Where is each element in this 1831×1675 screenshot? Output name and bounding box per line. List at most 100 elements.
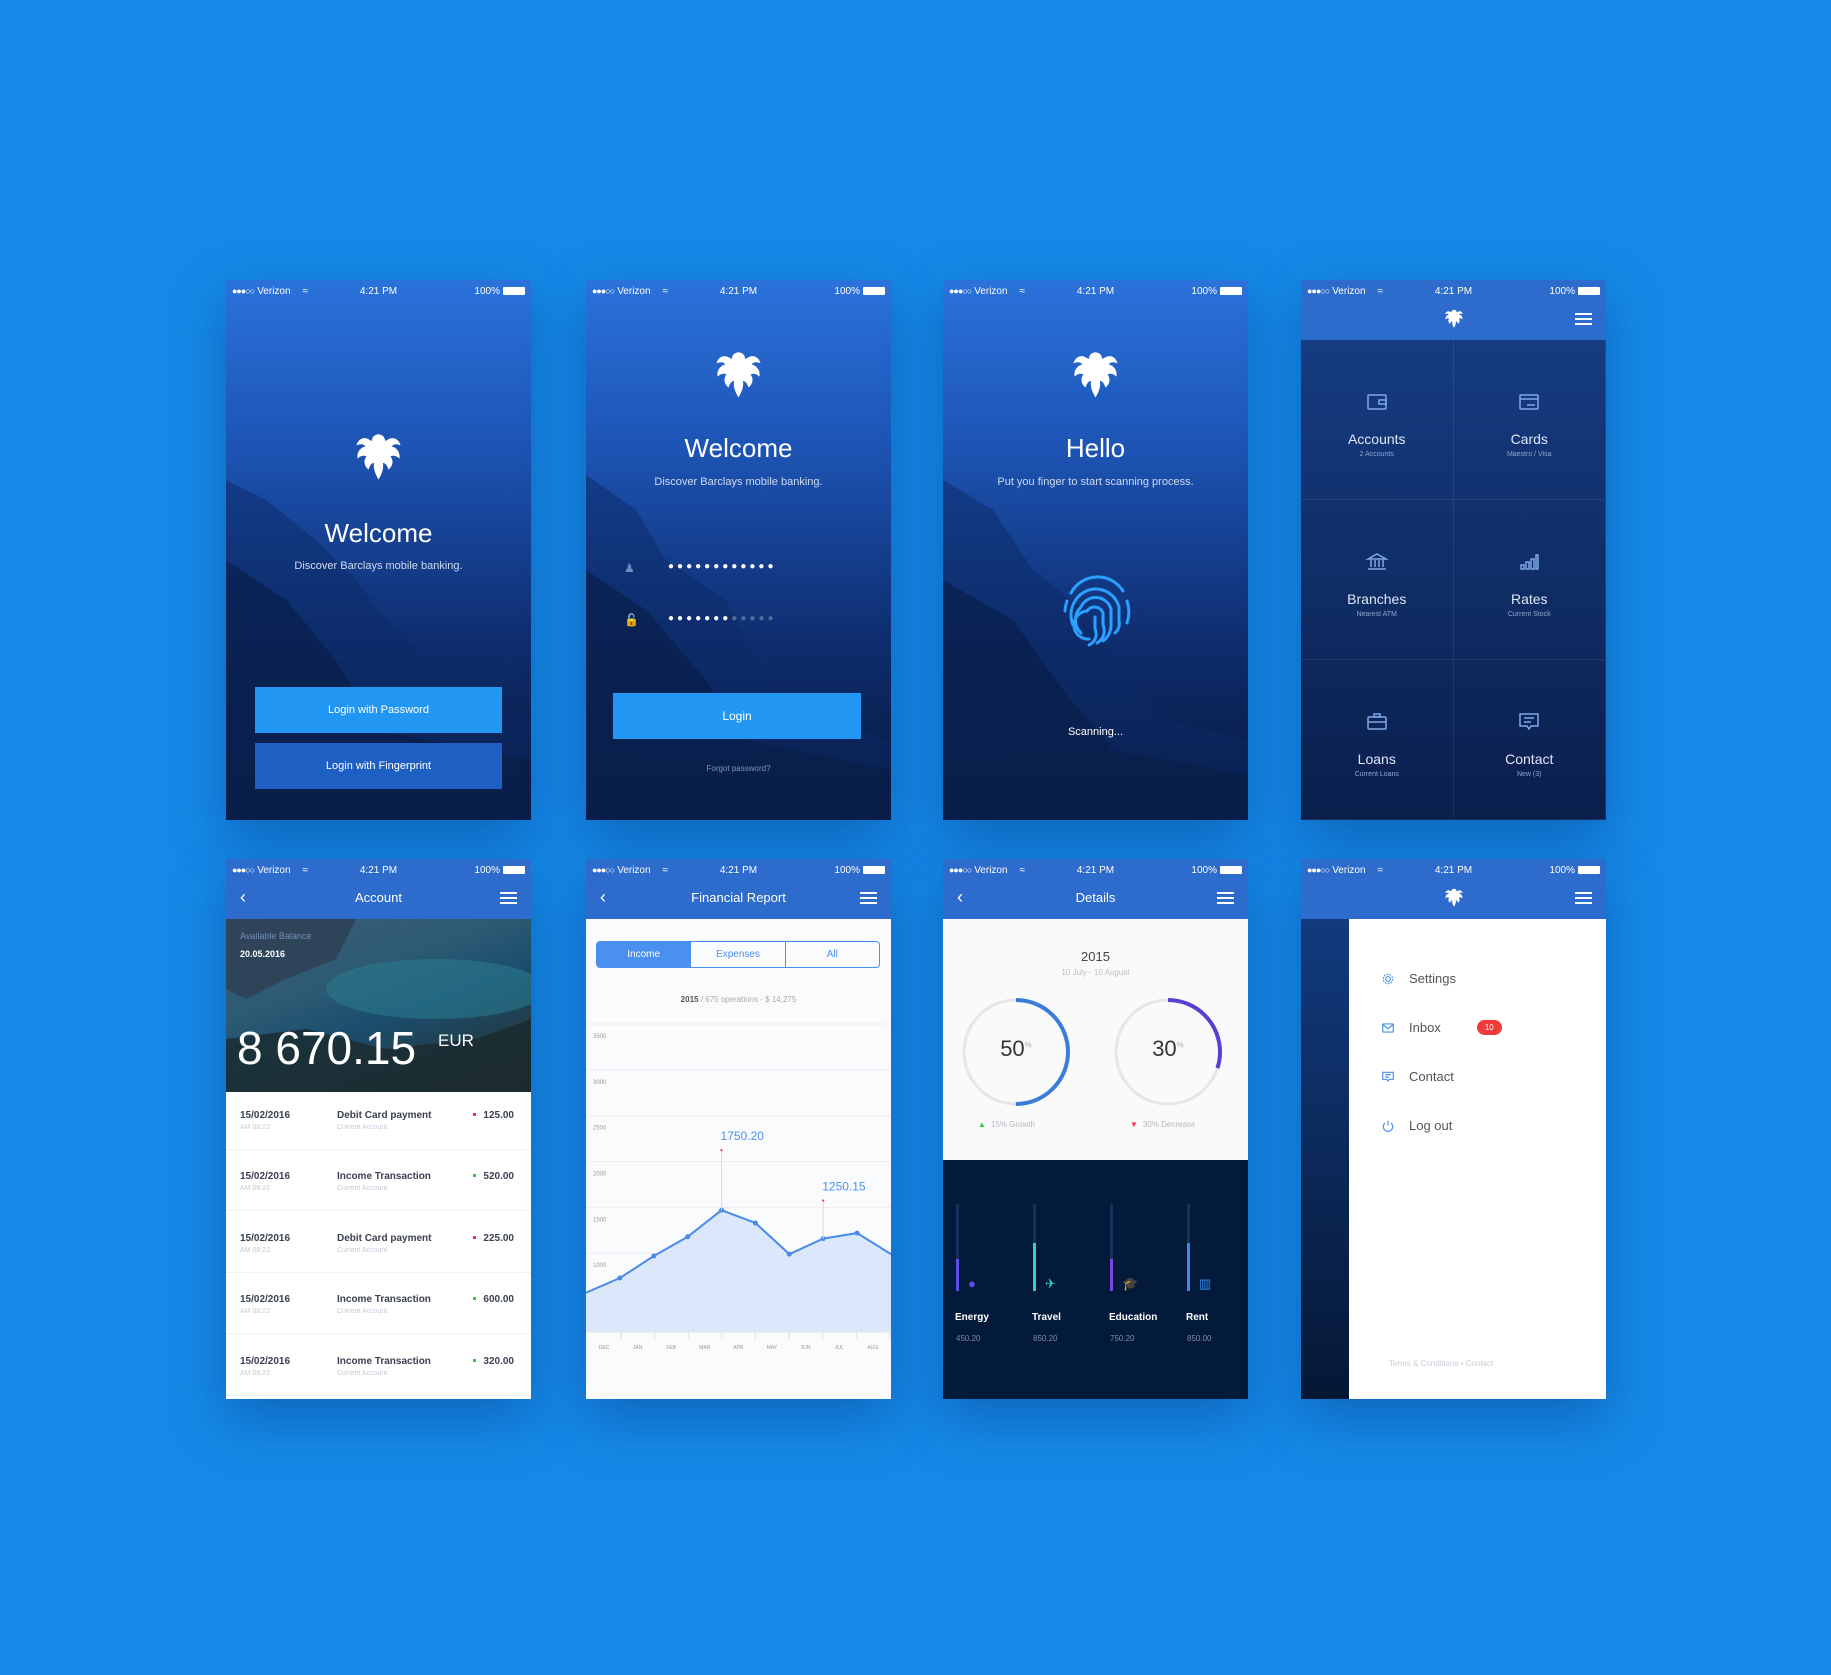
category-name: Rent <box>1186 1312 1209 1323</box>
welcome-subtitle: Discover Barclays mobile banking. <box>294 560 463 572</box>
wifi-icon: ≈ <box>1377 285 1384 297</box>
annotation-marker <box>822 1199 825 1202</box>
password-field[interactable]: ●●●●●●●●●●●● <box>668 613 776 624</box>
menu-item-label: Contact <box>1409 1069 1454 1084</box>
login-with-fingerprint-button[interactable]: Login with Fingerprint <box>255 743 502 789</box>
transaction-name: Income Transaction <box>337 1294 431 1306</box>
dashboard-item-subtitle: Maestro / Visa <box>1506 451 1552 458</box>
transaction-row[interactable]: 15/02/2016 AM 08:22 Debit Card payment Curr… <box>226 1214 531 1273</box>
gear-icon <box>1382 973 1394 984</box>
dashboard-item-subtitle: 2 Accounts <box>1359 451 1394 458</box>
hamburger-menu-icon[interactable] <box>1575 313 1592 328</box>
login-button[interactable]: Login <box>613 693 861 739</box>
dashboard-item-title: Cards <box>1510 431 1548 447</box>
summary-panel: 2015 10 July - 10 August 50% ▲ 15% Growth 3… <box>943 919 1248 1160</box>
gauge-note: ▼ 30% Decrease <box>1130 1120 1195 1129</box>
forgot-password-link[interactable]: Forgot password? <box>586 764 891 773</box>
login-title: Welcome <box>684 433 793 463</box>
status-bar: ●●●○○ Verizon ≈4:21 PM 100% <box>586 280 891 302</box>
dashboard-item-contact[interactable]: Contact New (3) <box>1453 660 1606 820</box>
tab-all[interactable]: All <box>786 942 879 967</box>
transaction-time: AM 08:22 <box>240 1124 270 1131</box>
login-with-password-button[interactable]: Login with Password <box>255 687 502 733</box>
hamburger-menu-icon[interactable] <box>500 892 517 907</box>
details-range: 10 July - 10 August <box>1061 968 1130 977</box>
tab-income[interactable]: Income <box>597 942 692 967</box>
tab-expenses[interactable]: Expenses <box>691 942 786 967</box>
status-bar: ●●●○○ Verizon ≈4:21 PM 100% <box>226 280 531 302</box>
financial-report-screen: ●●●○○ Verizon ≈4:21 PM 100% ‹ Financial Repor… <box>586 859 891 1399</box>
y-tick-label: 3000 <box>593 1080 607 1086</box>
wifi-icon: ≈ <box>1019 285 1026 297</box>
balance-amount: 8 670.15 <box>237 1022 417 1074</box>
menu-item-settings[interactable]: Settings <box>1381 971 1456 986</box>
hamburger-menu-icon[interactable] <box>1217 892 1234 907</box>
dimmed-content[interactable] <box>1301 919 1349 1399</box>
transaction-row[interactable]: 15/02/2016 AM 08:22 Debit Card payment Curr… <box>226 1092 531 1150</box>
mountain-background <box>226 480 531 820</box>
page-title: Details <box>1075 890 1116 905</box>
category-travel[interactable]: ✈ Travel 850.20 <box>1032 1204 1103 1354</box>
fingerprint-icon[interactable] <box>1051 563 1141 653</box>
carrier: Verizon <box>257 864 291 876</box>
barclays-eagle-logo <box>1445 888 1463 907</box>
x-tick-label: AUG <box>867 1345 878 1351</box>
signal-icon: ●●●○○ <box>1307 865 1330 875</box>
header: ●●●○○ Verizon ≈4:21 PM 100% ‹ Details <box>943 859 1248 919</box>
user-icon: ♟ <box>624 561 635 575</box>
contact-link[interactable]: Contact <box>1466 1359 1494 1368</box>
transaction-account: Current Account <box>337 1308 388 1316</box>
category-value: 450.20 <box>956 1334 981 1343</box>
transaction-date: 15/02/2016 <box>240 1232 291 1244</box>
menu-item-contact[interactable]: Contact <box>1381 1069 1454 1084</box>
password-placeholder: ●●●●● <box>731 613 777 624</box>
wifi-icon: ≈ <box>1019 864 1026 876</box>
status-bar: ●●●○○ Verizon ≈4:21 PM 100% <box>943 859 1248 881</box>
page-title: Account <box>355 890 402 905</box>
category-rent[interactable]: ▥ Rent 850.00 <box>1186 1204 1248 1354</box>
category-bar-fill <box>1110 1258 1113 1291</box>
transaction-date: 15/02/2016 <box>240 1294 291 1306</box>
balance-currency: EUR <box>438 1031 474 1050</box>
signal-icon: ●●●○○ <box>232 286 255 296</box>
category-energy[interactable]: ● Energy 450.20 <box>955 1204 1026 1354</box>
dashboard-grid: Accounts 2 Accounts Cards Maestro / Visa Bra… <box>1301 340 1606 820</box>
hamburger-menu-icon[interactable] <box>1575 892 1592 907</box>
transaction-account: Current Account <box>337 1124 388 1131</box>
data-point <box>786 1251 792 1257</box>
dashboard-item-accounts[interactable]: Accounts 2 Accounts <box>1301 340 1454 500</box>
dashboard-item-cards[interactable]: Cards Maestro / Visa <box>1453 340 1606 500</box>
dashboard-item-title: Accounts <box>1347 431 1406 447</box>
income-chart: 3500300025002000150010005001750.201250.1… <box>586 1023 891 1351</box>
mail-icon <box>1382 1022 1394 1033</box>
airplane-icon: ✈ <box>1045 1276 1056 1291</box>
dashboard-item-loans[interactable]: Loans Current Loans <box>1301 660 1454 820</box>
transaction-row[interactable]: 15/02/2016 AM 08:22 Income Transaction Curr… <box>226 1153 531 1212</box>
x-tick-label: JAN <box>633 1345 643 1351</box>
inbox-badge: 10 <box>1476 1020 1502 1035</box>
battery-icon <box>1578 287 1600 295</box>
dashboard-item-branches[interactable]: Branches Nearest ATM <box>1301 500 1454 660</box>
menu-item-inbox[interactable]: Inbox 10 <box>1381 1020 1502 1035</box>
data-point <box>651 1253 657 1259</box>
terms-link[interactable]: Terms & Conditions <box>1389 1359 1458 1368</box>
category-name: Travel <box>1032 1312 1061 1323</box>
y-tick-label: 1000 <box>593 1263 607 1269</box>
signal-icon: ●●●○○ <box>949 865 972 875</box>
dashboard-item-rates[interactable]: Rates Current Stock <box>1453 500 1606 660</box>
category-education[interactable]: 🎓 Education 750.20 <box>1109 1204 1180 1354</box>
signal-icon: ●●●○○ <box>232 865 255 875</box>
menu-item-log-out[interactable]: Log out <box>1381 1118 1452 1133</box>
battery-percent: 100% <box>1549 285 1575 297</box>
battery-icon <box>1578 866 1600 874</box>
header: ●●●○○ Verizon ≈4:21 PM 100% ‹ Financial Repor… <box>586 859 891 919</box>
report-summary: 2015 / 675 operations - $ 14,275 <box>680 995 797 1004</box>
available-balance-label: Available Balance <box>240 931 312 941</box>
transaction-row[interactable]: 15/02/2016 AM 08:22 Income Transaction Curr… <box>226 1276 531 1335</box>
battery-percent: 100% <box>1191 285 1217 297</box>
hamburger-menu-icon[interactable] <box>860 892 877 907</box>
transaction-row[interactable]: 15/02/2016 AM 08:22 Income Transaction Curr… <box>226 1337 531 1396</box>
credit-marker-icon <box>473 1174 476 1178</box>
bar-chart-icon <box>1520 554 1539 570</box>
username-field[interactable]: ●●●●●●●●●●●● <box>668 561 776 572</box>
